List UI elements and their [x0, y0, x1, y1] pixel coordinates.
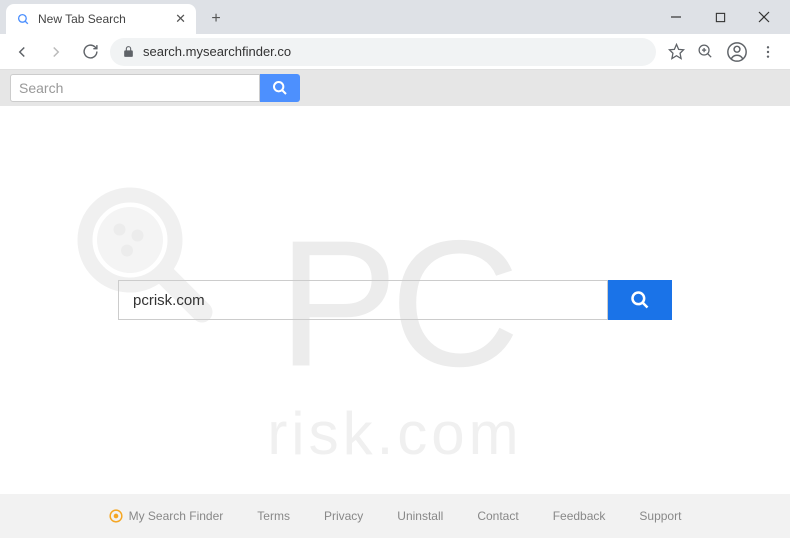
close-window-button[interactable] [752, 5, 776, 29]
tab-bar: New Tab Search ✕ + [0, 0, 790, 34]
watermark-sub: risk.com [267, 399, 522, 468]
footer-brand-label: My Search Finder [129, 509, 224, 523]
menu-icon[interactable] [760, 44, 776, 60]
brand-icon [109, 509, 123, 523]
search-favicon-icon [16, 12, 30, 26]
main-search-input[interactable]: pcrisk.com [118, 280, 608, 320]
star-icon[interactable] [668, 43, 685, 60]
reload-button[interactable] [76, 38, 104, 66]
footer-brand[interactable]: My Search Finder [109, 509, 224, 523]
url-text: search.mysearchfinder.co [143, 44, 291, 59]
new-tab-button[interactable]: + [202, 5, 230, 33]
footer-link-contact[interactable]: Contact [477, 509, 518, 523]
close-tab-icon[interactable]: ✕ [175, 11, 186, 27]
minimize-button[interactable] [664, 5, 688, 29]
window-controls [650, 0, 790, 34]
top-search-placeholder: Search [19, 80, 63, 96]
main-search-value: pcrisk.com [133, 292, 205, 309]
search-icon [630, 290, 650, 310]
main-search: pcrisk.com [118, 280, 672, 320]
top-search-button[interactable] [260, 74, 300, 102]
zoom-icon[interactable] [697, 43, 714, 60]
forward-button[interactable] [42, 38, 70, 66]
footer-link-uninstall[interactable]: Uninstall [397, 509, 443, 523]
top-search-input[interactable]: Search [10, 74, 260, 102]
footer-link-feedback[interactable]: Feedback [553, 509, 606, 523]
tab-title: New Tab Search [38, 12, 167, 26]
address-bar[interactable]: search.mysearchfinder.co [110, 38, 656, 66]
search-icon [272, 80, 288, 96]
browser-toolbar: search.mysearchfinder.co [0, 34, 790, 70]
back-button[interactable] [8, 38, 36, 66]
footer-link-support[interactable]: Support [639, 509, 681, 523]
top-search-bar: Search [0, 70, 790, 106]
page-footer: My Search Finder Terms Privacy Uninstall… [0, 494, 790, 538]
footer-link-terms[interactable]: Terms [257, 509, 290, 523]
footer-link-privacy[interactable]: Privacy [324, 509, 363, 523]
lock-icon [122, 45, 135, 58]
main-search-button[interactable] [608, 280, 672, 320]
page-content: Search PC risk.com pcrisk.com My Search [0, 70, 790, 538]
browser-tab[interactable]: New Tab Search ✕ [6, 4, 196, 34]
maximize-button[interactable] [708, 5, 732, 29]
profile-icon[interactable] [726, 41, 748, 63]
